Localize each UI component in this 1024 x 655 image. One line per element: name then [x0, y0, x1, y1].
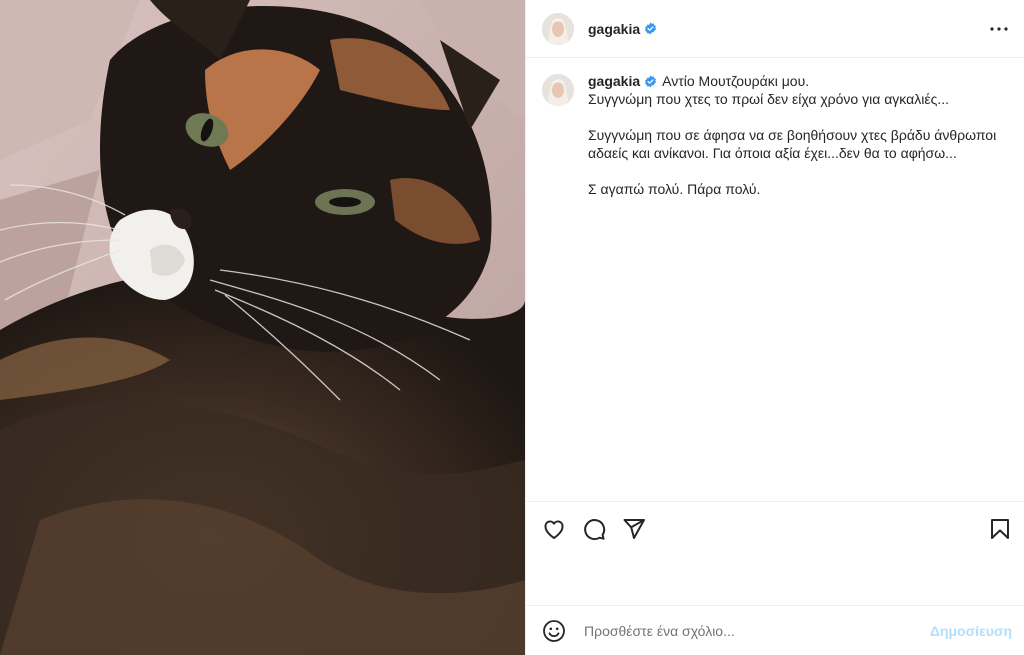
- heart-icon[interactable]: [542, 517, 566, 541]
- post-image[interactable]: [0, 0, 525, 655]
- caption-paragraph-2: Συγγνώμη που σε άφησα να σε βοηθήσουν χτ…: [588, 127, 997, 161]
- caption-body: gagakia Αντίο Μουτζουράκι μου. Συγγνώμη …: [588, 72, 1008, 487]
- action-bar: [526, 501, 1024, 556]
- verified-badge-icon: [644, 75, 657, 88]
- share-icon[interactable]: [622, 517, 646, 541]
- caption-text-line2: Συγγνώμη που χτες το πρωί δεν είχα χρόνο…: [588, 91, 949, 107]
- caption-username[interactable]: gagakia: [588, 72, 640, 90]
- emoji-icon[interactable]: [542, 619, 566, 643]
- instagram-post: gagakia gagakia Αντίο Μουτζουράκι μου. Σ…: [0, 0, 1024, 655]
- post-sidebar: gagakia gagakia Αντίο Μουτζουράκι μου. Σ…: [525, 0, 1024, 655]
- profile-photo: [542, 12, 574, 45]
- comment-icon[interactable]: [582, 517, 606, 541]
- post-header: gagakia: [526, 0, 1024, 58]
- caption-text-line1: Αντίο Μουτζουράκι μου.: [662, 73, 810, 89]
- cat-photo: [0, 0, 525, 655]
- post-comment-button[interactable]: Δημοσίευση: [930, 623, 1012, 639]
- avatar[interactable]: [542, 12, 574, 45]
- post-caption: gagakia Αντίο Μουτζουράκι μου. Συγγνώμη …: [526, 58, 1024, 501]
- caption-paragraph-3: Σ αγαπώ πολύ. Πάρα πολύ.: [588, 181, 761, 197]
- profile-photo: [542, 74, 574, 106]
- bookmark-icon[interactable]: [988, 517, 1012, 541]
- username[interactable]: gagakia: [588, 21, 640, 37]
- caption-avatar[interactable]: [542, 74, 574, 106]
- more-options-icon[interactable]: [990, 26, 1008, 31]
- comment-bar: Δημοσίευση: [526, 605, 1024, 655]
- comment-input[interactable]: [582, 621, 930, 640]
- likes-area: [526, 556, 1024, 605]
- verified-badge-icon: [644, 22, 657, 35]
